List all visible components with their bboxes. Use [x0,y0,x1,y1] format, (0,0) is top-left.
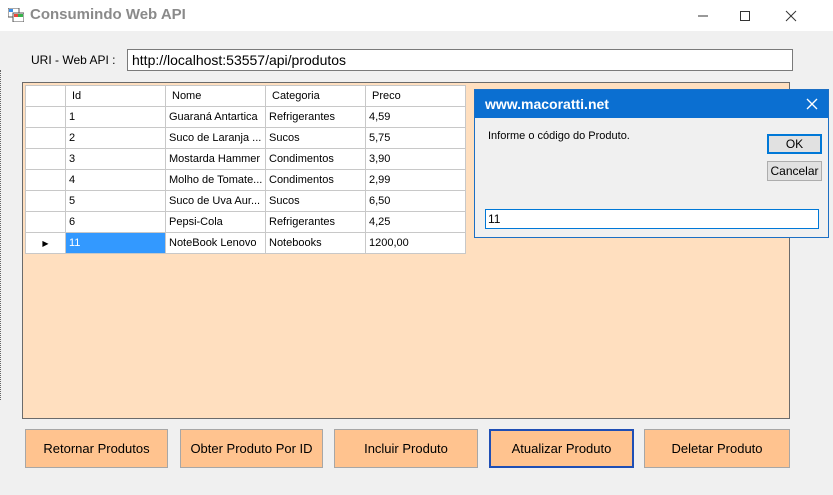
retornar-produtos-button[interactable]: Retornar Produtos [25,429,168,468]
cell-categoria[interactable]: Condimentos [265,169,366,191]
column-header-preco[interactable]: Preco [365,85,466,107]
cell-categoria[interactable]: Refrigerantes [265,211,366,233]
ok-button[interactable]: OK [767,134,822,154]
window-title: Consumindo Web API [30,6,186,23]
cell-categoria[interactable]: Sucos [265,127,366,149]
cell-preco[interactable]: 3,90 [365,148,466,170]
cell-id[interactable]: 11 [65,232,166,254]
column-header-nome[interactable]: Nome [165,85,266,107]
product-code-input[interactable] [485,209,819,229]
close-icon [806,98,818,110]
cell-preco[interactable]: 6,50 [365,190,466,212]
column-header-categoria[interactable]: Categoria [265,85,366,107]
cell-categoria[interactable]: Sucos [265,190,366,212]
products-grid[interactable]: Id Nome Categoria Preco 1 Guaraná Antart… [25,85,466,254]
incluir-produto-button[interactable]: Incluir Produto [334,429,478,468]
cell-nome[interactable]: Suco de Uva Aur... [165,190,266,212]
table-row[interactable]: 3 Mostarda Hammer Condimentos 3,90 [25,148,466,170]
row-header[interactable] [25,127,66,149]
uri-input[interactable] [127,49,793,71]
cell-id[interactable]: 6 [65,211,166,233]
cell-categoria[interactable]: Notebooks [265,232,366,254]
dialog-titlebar: www.macoratti.net [475,90,828,118]
row-header[interactable] [25,211,66,233]
row-header[interactable] [25,169,66,191]
app-icon [8,8,24,22]
maximize-icon [740,10,750,21]
cell-nome[interactable]: NoteBook Lenovo [165,232,266,254]
cell-nome[interactable]: Molho de Tomate... [165,169,266,191]
cell-preco[interactable]: 4,25 [365,211,466,233]
current-row-arrow-icon: ▶ [42,239,49,248]
cell-id[interactable]: 1 [65,106,166,128]
close-icon [785,10,797,21]
cell-nome[interactable]: Guaraná Antartica [165,106,266,128]
cell-nome[interactable]: Pepsi-Cola [165,211,266,233]
atualizar-produto-button[interactable]: Atualizar Produto [489,429,634,468]
uri-label: URI - Web API : [31,53,116,67]
cell-id[interactable]: 5 [65,190,166,212]
row-header[interactable] [25,106,66,128]
dialog-title: www.macoratti.net [485,96,609,112]
row-header[interactable] [25,148,66,170]
row-header[interactable]: ▶ [25,232,66,254]
cell-categoria[interactable]: Condimentos [265,148,366,170]
column-header-id[interactable]: Id [65,85,166,107]
dialog-close-button[interactable] [806,94,818,115]
cell-preco[interactable]: 1200,00 [365,232,466,254]
grid-header-row: Id Nome Categoria Preco [25,85,466,107]
minimize-button[interactable] [680,0,726,31]
cell-nome[interactable]: Mostarda Hammer [165,148,266,170]
cell-categoria[interactable]: Refrigerantes [265,106,366,128]
close-button[interactable] [768,0,814,31]
table-row[interactable]: 2 Suco de Laranja ... Sucos 5,75 [25,127,466,149]
obter-produto-por-id-button[interactable]: Obter Produto Por ID [180,429,323,468]
cell-preco[interactable]: 2,99 [365,169,466,191]
maximize-button[interactable] [722,0,768,31]
cell-id[interactable]: 3 [65,148,166,170]
cell-preco[interactable]: 5,75 [365,127,466,149]
cell-id[interactable]: 4 [65,169,166,191]
table-row[interactable]: 5 Suco de Uva Aur... Sucos 6,50 [25,190,466,212]
cell-preco[interactable]: 4,59 [365,106,466,128]
input-dialog: www.macoratti.net Informe o código do Pr… [474,89,829,238]
table-row[interactable]: 6 Pepsi-Cola Refrigerantes 4,25 [25,211,466,233]
table-row[interactable]: 4 Molho de Tomate... Condimentos 2,99 [25,169,466,191]
row-header[interactable] [25,190,66,212]
cell-id[interactable]: 2 [65,127,166,149]
table-row[interactable]: 1 Guaraná Antartica Refrigerantes 4,59 [25,106,466,128]
deletar-produto-button[interactable]: Deletar Produto [644,429,790,468]
minimize-icon [698,15,708,16]
cell-nome[interactable]: Suco de Laranja ... [165,127,266,149]
table-row-selected[interactable]: ▶ 11 NoteBook Lenovo Notebooks 1200,00 [25,232,466,254]
dialog-prompt: Informe o código do Produto. [488,130,630,142]
window-titlebar: Consumindo Web API [0,0,833,31]
cancel-button[interactable]: Cancelar [767,161,822,181]
window-edge [0,70,4,400]
row-header-corner[interactable] [25,85,66,107]
